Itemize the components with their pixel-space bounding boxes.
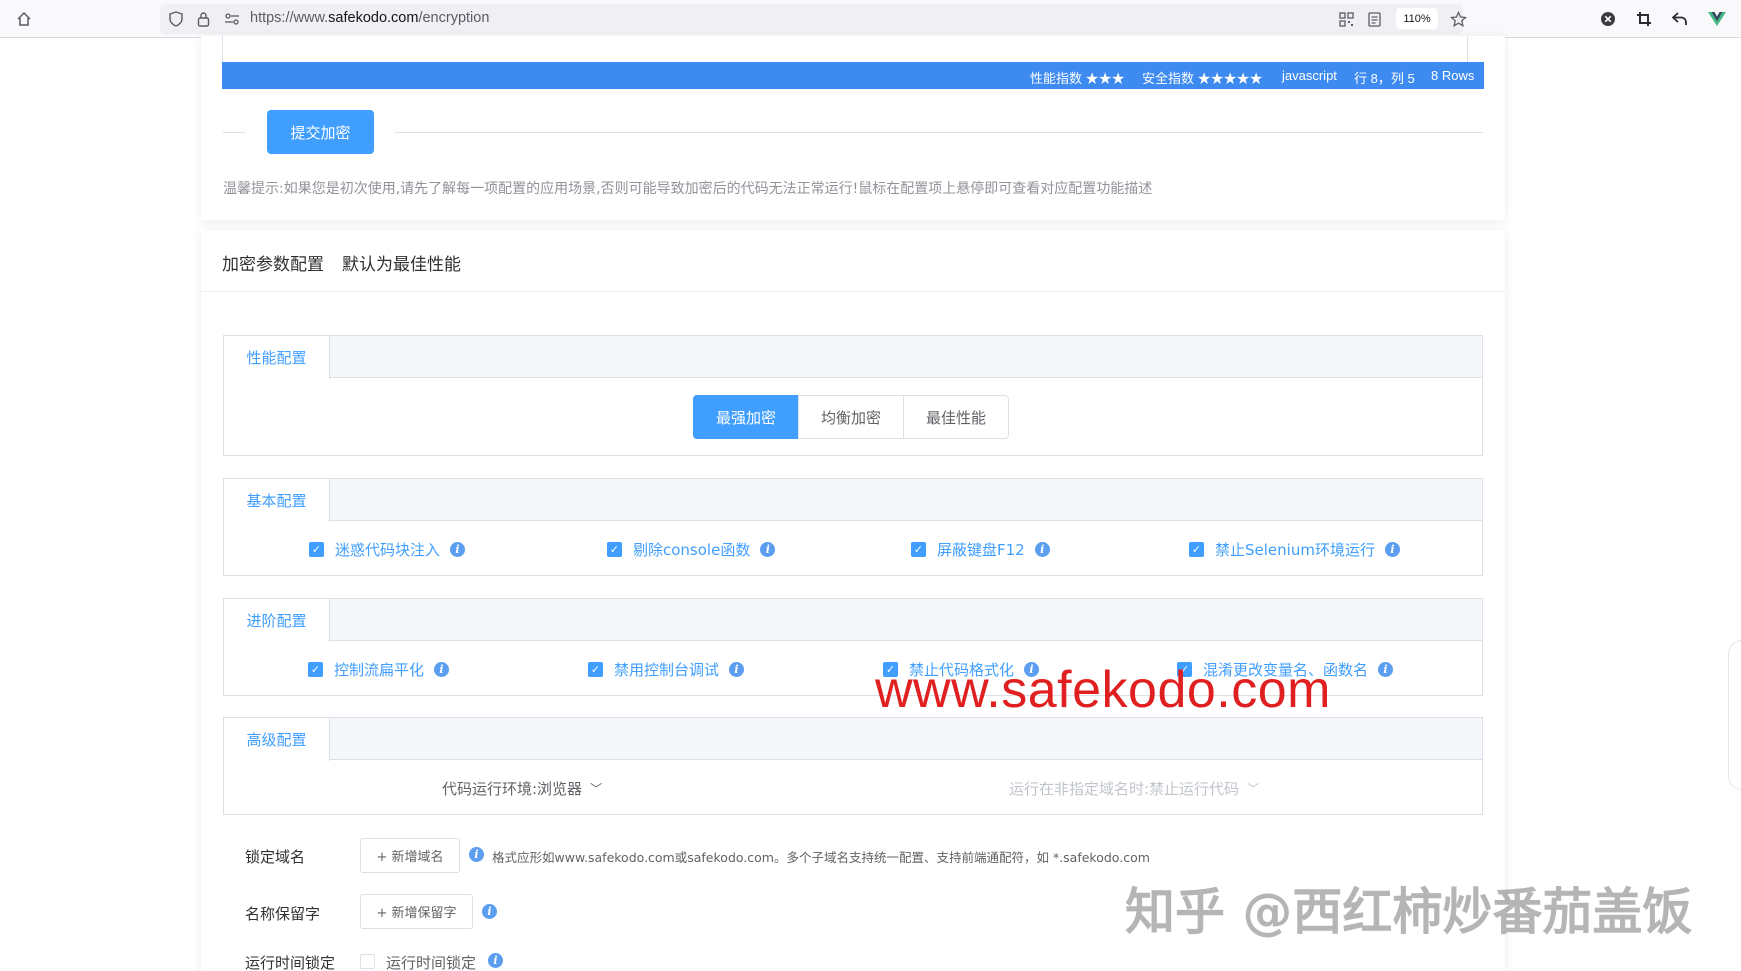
zhihu-watermark: 知乎 @西红柿炒番茄盖饭 <box>1125 883 1693 941</box>
checkbox-label: 控制流扁平化 <box>334 661 425 679</box>
time-lock-checkbox-label: 运行时间锁定 <box>386 954 477 971</box>
bookmark-star-icon[interactable] <box>1448 9 1468 29</box>
group-header <box>224 599 1482 641</box>
info-icon[interactable]: i <box>482 904 497 919</box>
info-icon[interactable]: i <box>729 662 745 677</box>
info-icon[interactable]: i <box>760 542 776 557</box>
home-icon[interactable] <box>14 9 34 29</box>
security-rating: 安全指数 ★★★★★ <box>1142 71 1263 86</box>
option-strongest-encryption[interactable]: 最强加密 <box>693 395 799 439</box>
close-circle-icon[interactable] <box>1598 9 1618 29</box>
cursor-position: 行 8，列 5 <box>1354 71 1415 86</box>
language-indicator: javascript <box>1282 68 1337 83</box>
lock-domain-label: 锁定域名 <box>245 848 306 866</box>
url-text[interactable]: https://www.safekodo.com/encryption <box>250 10 489 26</box>
checkbox-confusing-code-injection[interactable]: ✓ 迷惑代码块注入 i <box>309 539 466 560</box>
section-title: 加密参数配置 默认为最佳性能 <box>222 250 479 275</box>
add-reserved-name-button[interactable]: + 新增保留字 <box>360 894 473 929</box>
check-icon[interactable]: ✓ <box>911 542 926 557</box>
info-icon[interactable]: i <box>1034 542 1050 557</box>
option-balanced-encryption[interactable]: 均衡加密 <box>798 395 904 439</box>
info-icon[interactable]: i <box>488 953 503 968</box>
editor-status-bar: 性能指数 ★★★ 安全指数 ★★★★★ javascript 行 8，列 5 8… <box>222 62 1484 89</box>
divider-left <box>223 132 245 133</box>
group-header <box>224 479 1482 521</box>
performance-config-group: 性能配置 最强加密 均衡加密 最佳性能 <box>223 335 1483 456</box>
section-title-text: 加密参数配置 <box>222 255 324 275</box>
usage-hint: 温馨提示:如果您是初次使用,请先了解每一项配置的应用场景,否则可能导致加密后的代… <box>223 181 1153 197</box>
checkbox-label: 禁用控制台调试 <box>614 661 720 679</box>
check-icon[interactable]: ✓ <box>1189 542 1204 557</box>
performance-rating: 性能指数 ★★★ <box>1030 71 1125 86</box>
add-domain-button[interactable]: + 新增域名 <box>360 838 460 873</box>
qr-code-icon[interactable] <box>1336 9 1356 29</box>
tab-advanced-config[interactable]: 进阶配置 <box>224 599 330 642</box>
info-icon[interactable]: i <box>469 847 484 862</box>
check-icon[interactable]: ✓ <box>308 662 323 677</box>
chevron-down-icon: ﹀ <box>590 782 603 796</box>
group-header <box>224 336 1482 378</box>
option-best-performance[interactable]: 最佳性能 <box>903 395 1009 439</box>
side-panel-handle[interactable] <box>1728 640 1741 790</box>
checkbox-block-f12[interactable]: ✓ 屏蔽键盘F12 i <box>911 539 1050 560</box>
check-icon[interactable]: ✓ <box>607 542 622 557</box>
zoom-level-badge[interactable]: 110% <box>1396 8 1438 29</box>
check-icon[interactable]: ✓ <box>309 542 324 557</box>
time-lock-label: 运行时间锁定 <box>245 954 336 971</box>
checkbox-control-flow-flattening[interactable]: ✓ 控制流扁平化 i <box>308 659 450 680</box>
reserved-names-label: 名称保留字 <box>245 905 321 923</box>
submit-encrypt-button[interactable]: 提交加密 <box>267 110 374 154</box>
site-permissions-icon[interactable] <box>222 9 242 29</box>
lock-icon[interactable] <box>193 9 213 29</box>
info-icon[interactable]: i <box>1384 542 1400 557</box>
row-count: 8 Rows <box>1431 68 1475 83</box>
select-value: 运行在非指定域名时:禁止运行代码 <box>1009 780 1240 798</box>
tab-basic-config[interactable]: 基本配置 <box>224 479 330 522</box>
time-lock-checkbox[interactable] <box>360 954 375 969</box>
vue-extension-icon[interactable] <box>1707 9 1727 29</box>
basic-config-group: 基本配置 ✓ 迷惑代码块注入 i ✓ 剔除console函数 i ✓ 屏蔽键盘F12 i ✓… <box>223 478 1483 576</box>
code-editor[interactable] <box>222 36 1468 62</box>
runtime-environment-select[interactable]: 代码运行环境:浏览器 ﹀ <box>442 778 602 799</box>
browser-toolbar: https://www.safekodo.com/encryption 110% <box>0 0 1741 38</box>
info-icon[interactable]: i <box>450 542 466 557</box>
section-subtitle: 默认为最佳性能 <box>342 255 461 275</box>
divider-right <box>395 132 1483 133</box>
undo-icon[interactable] <box>1670 9 1690 29</box>
info-icon[interactable]: i <box>434 662 450 677</box>
checkbox-label: 屏蔽键盘F12 <box>937 541 1025 559</box>
checkbox-block-selenium[interactable]: ✓ 禁止Selenium环境运行 i <box>1189 539 1400 560</box>
shield-icon[interactable] <box>166 9 186 29</box>
performance-segmented-control: 最强加密 均衡加密 最佳性能 <box>693 395 1009 439</box>
reader-view-icon[interactable] <box>1364 9 1384 29</box>
chevron-down-icon: ﹀ <box>1247 782 1260 796</box>
expert-config-group: 高级配置 代码运行环境:浏览器 ﹀ 运行在非指定域名时:禁止运行代码 ﹀ <box>223 717 1483 815</box>
checkbox-label: 剔除console函数 <box>633 541 751 559</box>
select-value: 代码运行环境:浏览器 <box>442 780 583 798</box>
info-icon[interactable]: i <box>1378 662 1394 677</box>
checkbox-label: 禁止Selenium环境运行 <box>1215 541 1375 559</box>
site-watermark: www.safekodo.com <box>875 661 1331 719</box>
tab-expert-config[interactable]: 高级配置 <box>224 718 330 761</box>
group-header <box>224 718 1482 760</box>
title-divider <box>201 291 1505 292</box>
crop-icon[interactable] <box>1634 9 1654 29</box>
tab-performance-config[interactable]: 性能配置 <box>224 336 330 379</box>
domain-format-description: 格式应形如www.safekodo.com或safekodo.com。多个子域名… <box>492 850 1150 865</box>
domain-policy-select[interactable]: 运行在非指定域名时:禁止运行代码 ﹀ <box>1009 778 1259 799</box>
check-icon[interactable]: ✓ <box>588 662 603 677</box>
checkbox-remove-console[interactable]: ✓ 剔除console函数 i <box>607 539 776 560</box>
checkbox-disable-console-debug[interactable]: ✓ 禁用控制台调试 i <box>588 659 745 680</box>
checkbox-label: 迷惑代码块注入 <box>335 541 441 559</box>
